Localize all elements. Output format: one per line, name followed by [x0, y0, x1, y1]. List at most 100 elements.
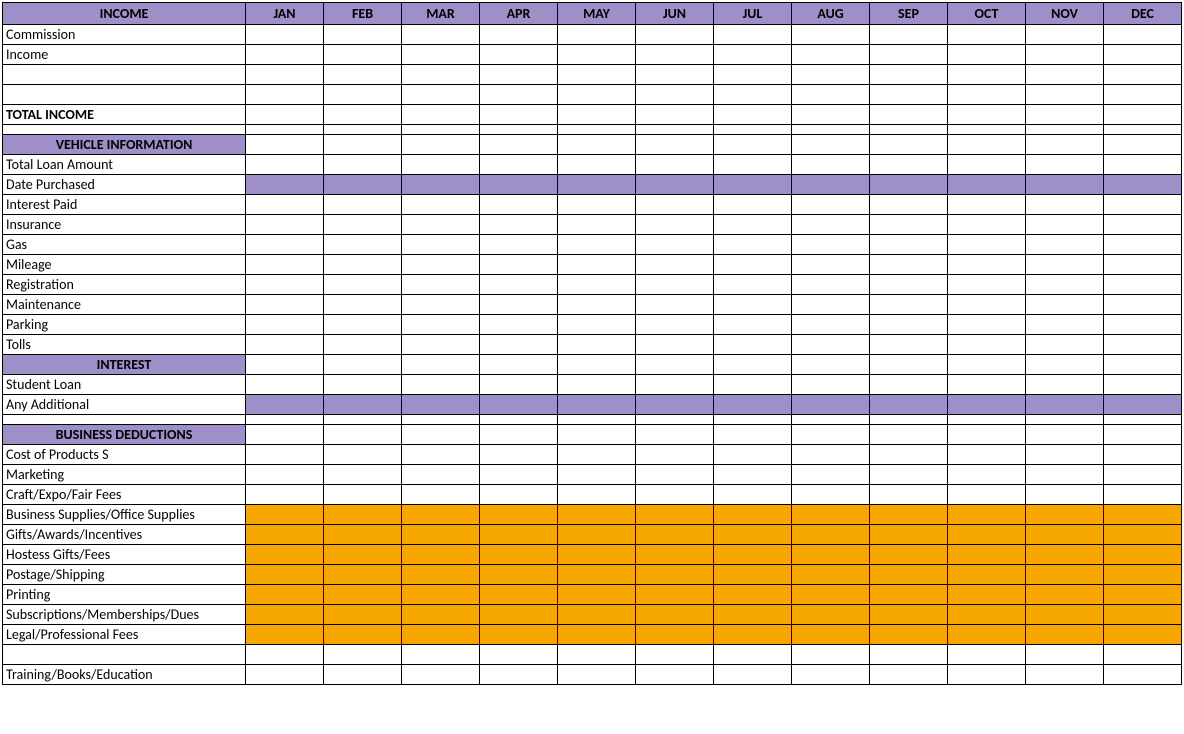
data-cell[interactable] — [636, 25, 714, 45]
data-cell[interactable] — [792, 665, 870, 685]
data-cell[interactable] — [870, 175, 948, 195]
data-cell[interactable] — [792, 195, 870, 215]
data-cell[interactable] — [1026, 335, 1104, 355]
data-cell[interactable] — [636, 295, 714, 315]
data-cell[interactable] — [324, 85, 402, 105]
data-cell[interactable] — [948, 85, 1026, 105]
data-cell[interactable] — [480, 485, 558, 505]
data-cell[interactable] — [402, 585, 480, 605]
data-cell[interactable] — [1026, 505, 1104, 525]
row-label[interactable]: Postage/Shipping — [3, 565, 246, 585]
data-cell[interactable] — [246, 315, 324, 335]
data-cell[interactable] — [792, 485, 870, 505]
data-cell[interactable] — [714, 85, 792, 105]
data-cell[interactable] — [558, 315, 636, 335]
data-cell[interactable] — [480, 505, 558, 525]
data-cell[interactable] — [1026, 155, 1104, 175]
data-cell[interactable] — [324, 235, 402, 255]
data-cell[interactable] — [636, 545, 714, 565]
data-cell[interactable] — [870, 65, 948, 85]
row-label[interactable]: Total Loan Amount — [3, 155, 246, 175]
data-cell[interactable] — [246, 45, 324, 65]
data-cell[interactable] — [480, 175, 558, 195]
data-cell[interactable] — [636, 485, 714, 505]
data-cell[interactable] — [714, 175, 792, 195]
data-cell[interactable] — [1026, 445, 1104, 465]
data-cell[interactable] — [714, 605, 792, 625]
data-cell[interactable] — [480, 85, 558, 105]
data-cell[interactable] — [870, 665, 948, 685]
data-cell[interactable] — [1104, 275, 1182, 295]
data-cell[interactable] — [714, 375, 792, 395]
data-cell[interactable] — [480, 135, 558, 155]
data-cell[interactable] — [246, 25, 324, 45]
data-cell[interactable] — [792, 395, 870, 415]
data-cell[interactable] — [714, 335, 792, 355]
data-cell[interactable] — [402, 85, 480, 105]
data-cell[interactable] — [948, 235, 1026, 255]
data-cell[interactable] — [948, 175, 1026, 195]
data-cell[interactable] — [402, 485, 480, 505]
data-cell[interactable] — [636, 465, 714, 485]
data-cell[interactable] — [1104, 625, 1182, 645]
data-cell[interactable] — [558, 25, 636, 45]
data-cell[interactable] — [636, 275, 714, 295]
data-cell[interactable] — [246, 395, 324, 415]
data-cell[interactable] — [870, 625, 948, 645]
data-cell[interactable] — [402, 565, 480, 585]
data-cell[interactable] — [480, 625, 558, 645]
data-cell[interactable] — [792, 425, 870, 445]
data-cell[interactable] — [1026, 275, 1104, 295]
data-cell[interactable] — [870, 215, 948, 235]
row-label[interactable]: Printing — [3, 585, 246, 605]
data-cell[interactable] — [636, 585, 714, 605]
data-cell[interactable] — [636, 395, 714, 415]
data-cell[interactable] — [870, 295, 948, 315]
data-cell[interactable] — [714, 255, 792, 275]
data-cell[interactable] — [246, 215, 324, 235]
data-cell[interactable] — [870, 355, 948, 375]
data-cell[interactable] — [324, 315, 402, 335]
data-cell[interactable] — [324, 525, 402, 545]
data-cell[interactable] — [402, 105, 480, 125]
row-label[interactable]: Subscriptions/Memberships/Dues — [3, 605, 246, 625]
data-cell[interactable] — [1104, 255, 1182, 275]
data-cell[interactable] — [636, 215, 714, 235]
data-cell[interactable] — [948, 645, 1026, 665]
data-cell[interactable] — [1104, 235, 1182, 255]
row-label[interactable]: Interest Paid — [3, 195, 246, 215]
data-cell[interactable] — [870, 235, 948, 255]
data-cell[interactable] — [246, 335, 324, 355]
data-cell[interactable] — [402, 505, 480, 525]
data-cell[interactable] — [714, 565, 792, 585]
data-cell[interactable] — [246, 105, 324, 125]
data-cell[interactable] — [324, 295, 402, 315]
data-cell[interactable] — [246, 175, 324, 195]
data-cell[interactable] — [402, 215, 480, 235]
data-cell[interactable] — [1104, 315, 1182, 335]
data-cell[interactable] — [480, 45, 558, 65]
data-cell[interactable] — [1104, 485, 1182, 505]
data-cell[interactable] — [948, 215, 1026, 235]
data-cell[interactable] — [636, 195, 714, 215]
data-cell[interactable] — [948, 485, 1026, 505]
data-cell[interactable] — [636, 255, 714, 275]
data-cell[interactable] — [792, 605, 870, 625]
data-cell[interactable] — [714, 395, 792, 415]
data-cell[interactable] — [792, 215, 870, 235]
data-cell[interactable] — [324, 395, 402, 415]
data-cell[interactable] — [558, 235, 636, 255]
row-label[interactable]: Legal/Professional Fees — [3, 625, 246, 645]
data-cell[interactable] — [792, 625, 870, 645]
data-cell[interactable] — [714, 235, 792, 255]
data-cell[interactable] — [324, 545, 402, 565]
data-cell[interactable] — [402, 315, 480, 335]
data-cell[interactable] — [1026, 105, 1104, 125]
data-cell[interactable] — [636, 65, 714, 85]
data-cell[interactable] — [792, 175, 870, 195]
data-cell[interactable] — [948, 195, 1026, 215]
data-cell[interactable] — [1026, 65, 1104, 85]
data-cell[interactable] — [870, 155, 948, 175]
data-cell[interactable] — [324, 605, 402, 625]
data-cell[interactable] — [1026, 255, 1104, 275]
